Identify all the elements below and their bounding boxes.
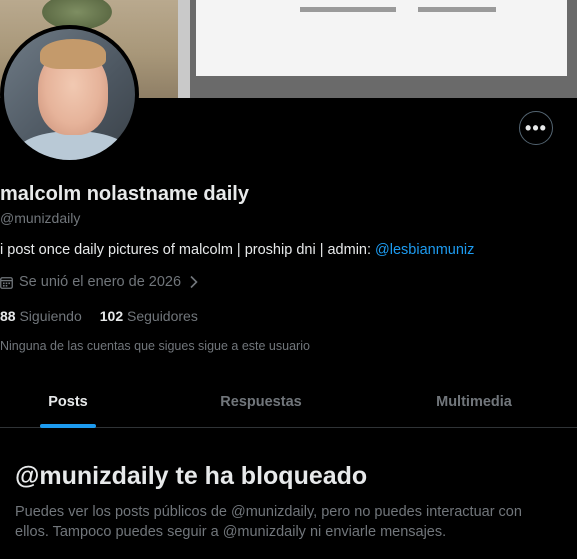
bio-text: i post once daily pictures of malcolm | … bbox=[0, 242, 376, 258]
calendar-icon bbox=[0, 276, 13, 289]
followers-you-know-note: Ninguna de las cuentas que sigues sigue … bbox=[0, 339, 310, 353]
more-horizontal-icon: ••• bbox=[525, 118, 547, 138]
tab-media[interactable]: Multimedia bbox=[380, 377, 568, 427]
profile-page: ••• malcolm nolastname daily @munizdaily… bbox=[0, 0, 577, 559]
active-tab-indicator bbox=[40, 424, 96, 428]
chevron-right-icon bbox=[190, 275, 198, 289]
followers-label: Seguidores bbox=[127, 308, 198, 324]
banner-divider bbox=[178, 0, 190, 98]
followers-count: 102 bbox=[99, 308, 124, 324]
profile-bio: i post once daily pictures of malcolm | … bbox=[0, 242, 474, 258]
blocked-title: @munizdaily te ha bloqueado bbox=[15, 462, 368, 490]
avatar-hair bbox=[40, 39, 106, 69]
avatar-shirt bbox=[18, 131, 128, 160]
followers-link[interactable]: 102 Seguidores bbox=[100, 308, 198, 324]
join-date[interactable]: Se unió el enero de 2026 bbox=[0, 274, 199, 290]
profile-tabs: Posts Respuestas Multimedia bbox=[0, 377, 577, 428]
following-link[interactable]: 88 Siguiendo bbox=[0, 308, 82, 324]
banner-detail bbox=[300, 7, 396, 12]
banner-detail bbox=[418, 7, 496, 12]
join-date-text: Se unió el enero de 2026 bbox=[19, 274, 182, 290]
profile-avatar[interactable] bbox=[0, 25, 139, 164]
tab-replies[interactable]: Respuestas bbox=[162, 377, 360, 427]
bio-mention-link[interactable]: @lesbianmuniz bbox=[375, 242, 474, 258]
username-handle: @munizdaily bbox=[0, 210, 81, 226]
tab-posts[interactable]: Posts bbox=[0, 377, 136, 427]
more-options-button[interactable]: ••• bbox=[519, 111, 553, 145]
following-label: Siguiendo bbox=[19, 308, 82, 324]
blocked-description: Puedes ver los posts públicos de @munizd… bbox=[15, 504, 522, 540]
follow-stats: 88 Siguiendo 102 Seguidores bbox=[0, 308, 198, 324]
display-name: malcolm nolastname daily bbox=[0, 183, 249, 205]
following-count: 88 bbox=[0, 308, 16, 324]
